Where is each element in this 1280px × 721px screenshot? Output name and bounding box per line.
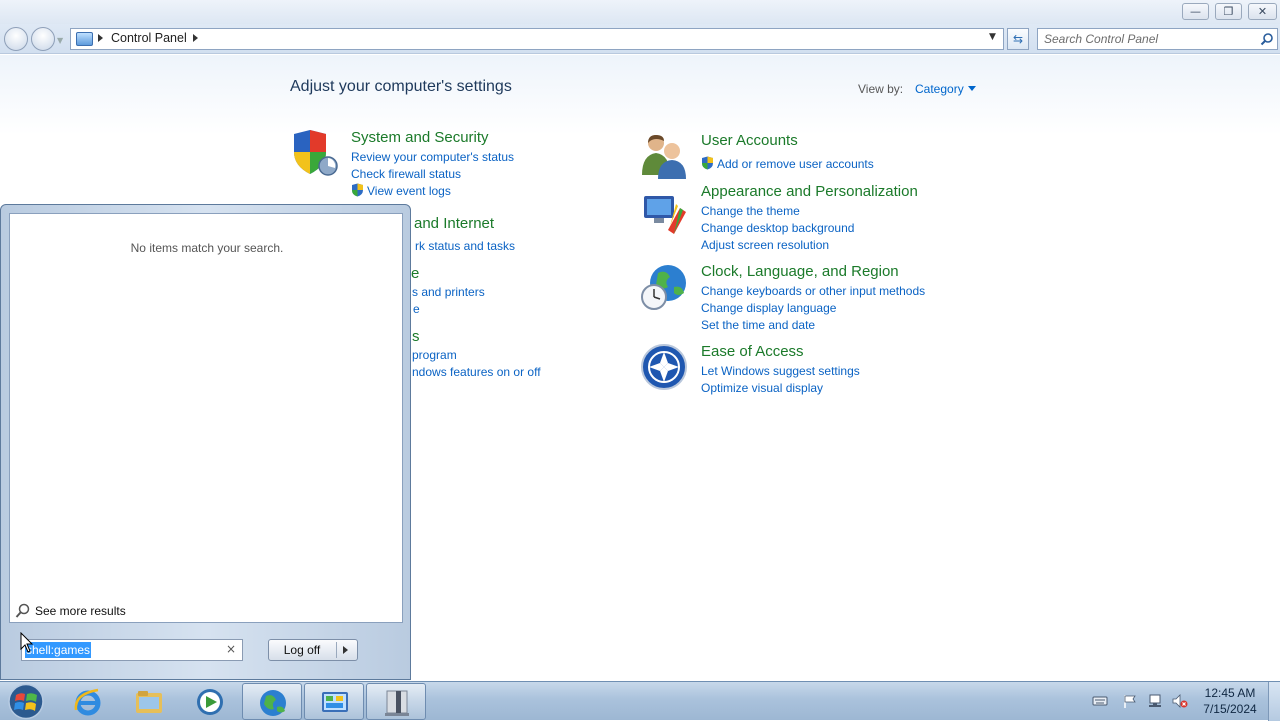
- no-results-message: No items match your search.: [130, 241, 284, 255]
- taskbar-control-panel[interactable]: [304, 683, 364, 720]
- link-windows-features-partial[interactable]: ndows features on or off: [412, 365, 541, 379]
- appearance-icon: [644, 196, 686, 234]
- recent-pages-dropdown[interactable]: ▼: [57, 36, 63, 45]
- see-more-label: See more results: [35, 604, 126, 618]
- back-button[interactable]: [4, 27, 28, 51]
- view-by-label: View by:: [858, 82, 904, 96]
- control-panel-icon: [322, 692, 348, 712]
- taskbar-windows-explorer[interactable]: [119, 683, 179, 720]
- minimize-icon: —: [1190, 5, 1201, 18]
- volume-muted-icon[interactable]: [1172, 694, 1188, 708]
- minimize-button[interactable]: —: [1182, 3, 1209, 20]
- log-off-button[interactable]: Log off: [268, 639, 358, 661]
- link-change-background[interactable]: Change desktop background: [701, 221, 854, 235]
- taskbar-internet-explorer[interactable]: [58, 683, 118, 720]
- start-search-input[interactable]: shell:games ×: [21, 639, 243, 661]
- search-query-text[interactable]: shell:games: [25, 642, 92, 658]
- address-dropdown-icon[interactable]: ▼: [989, 32, 996, 42]
- globe-icon: [260, 690, 286, 716]
- link-change-theme[interactable]: Change the theme: [701, 204, 800, 218]
- category-title[interactable]: Appearance and Personalization: [701, 183, 918, 200]
- divider: [336, 642, 337, 658]
- taskbar-network-globe[interactable]: [242, 683, 302, 720]
- control-panel-icon: [76, 32, 93, 46]
- action-center-flag-icon[interactable]: [1122, 694, 1138, 708]
- address-bar[interactable]: Control Panel ▼: [70, 28, 1004, 50]
- shield-icon: [294, 130, 338, 176]
- category-title[interactable]: Clock, Language, and Region: [701, 263, 899, 280]
- system-clock[interactable]: 12:45 AM 7/15/2024: [1196, 685, 1264, 717]
- link-set-time-date[interactable]: Set the time and date: [701, 318, 815, 332]
- close-button[interactable]: ✕: [1248, 3, 1277, 20]
- category-title-hardware-partial[interactable]: e: [411, 265, 419, 282]
- globe-clock-icon: [641, 265, 686, 310]
- search-input[interactable]: [1044, 31, 1254, 47]
- chevron-down-icon[interactable]: [968, 86, 976, 91]
- link-change-keyboards[interactable]: Change keyboards or other input methods: [701, 284, 925, 298]
- category-title[interactable]: User Accounts: [701, 132, 798, 149]
- link-optimize-display[interactable]: Optimize visual display: [701, 381, 823, 395]
- search-results-pane: No items match your search.: [9, 213, 403, 623]
- uac-shield-icon: [352, 183, 363, 197]
- folder-icon: [136, 691, 162, 713]
- category-title[interactable]: Ease of Access: [701, 343, 804, 360]
- restore-icon: ❐: [1223, 5, 1234, 18]
- page-title: Adjust your computer's settings: [290, 78, 512, 95]
- ease-of-access-icon: [641, 344, 687, 390]
- log-off-label: Log off: [283, 643, 321, 657]
- show-desktop-button[interactable]: [1268, 682, 1280, 721]
- link-network-status-partial[interactable]: rk status and tasks: [415, 239, 515, 253]
- start-button[interactable]: [6, 683, 46, 720]
- link-adjust-resolution[interactable]: Adjust screen resolution: [701, 238, 829, 252]
- maximize-button[interactable]: ❐: [1215, 3, 1242, 20]
- wrench-tool-icon: [385, 690, 409, 716]
- notification-area: [1086, 682, 1196, 721]
- breadcrumb-control-panel[interactable]: Control Panel: [111, 31, 187, 45]
- keyboard-icon[interactable]: [1092, 694, 1108, 708]
- category-title-programs-partial[interactable]: s: [412, 328, 420, 345]
- view-by-dropdown[interactable]: Category: [915, 82, 964, 96]
- navigation-bar: ▼ Control Panel ▼ ⇆: [0, 24, 1280, 54]
- link-hardware-partial[interactable]: e: [413, 302, 420, 316]
- window-titlebar: — ❐ ✕: [0, 0, 1280, 24]
- close-icon: ✕: [1257, 5, 1268, 18]
- shutdown-options-arrow-icon[interactable]: [343, 646, 348, 654]
- internet-explorer-icon: [74, 688, 101, 716]
- category-title-network-partial[interactable]: and Internet: [414, 215, 494, 232]
- link-review-status[interactable]: Review your computer's status: [351, 150, 514, 164]
- link-windows-suggest[interactable]: Let Windows suggest settings: [701, 364, 860, 378]
- link-add-remove-users[interactable]: Add or remove user accounts: [717, 157, 874, 171]
- uac-shield-icon: [702, 156, 713, 170]
- forward-button[interactable]: [31, 27, 55, 51]
- search-icon[interactable]: [1260, 32, 1274, 46]
- start-menu: No items match your search. See more res…: [0, 204, 411, 680]
- breadcrumb-chevron-icon[interactable]: [98, 34, 103, 42]
- breadcrumb-chevron-icon[interactable]: [193, 34, 198, 42]
- mouse-pointer-icon: [20, 632, 34, 653]
- clock-time: 12:45 AM: [1204, 686, 1256, 700]
- link-view-event-logs[interactable]: View event logs: [367, 184, 451, 198]
- taskbar: 12:45 AM 7/15/2024: [0, 681, 1280, 721]
- link-change-display-language[interactable]: Change display language: [701, 301, 836, 315]
- search-box[interactable]: [1037, 28, 1278, 50]
- magnifier-icon: [15, 603, 30, 618]
- link-uninstall-program-partial[interactable]: program: [412, 348, 457, 362]
- taskbar-media-player[interactable]: [180, 683, 240, 720]
- users-icon: [642, 135, 686, 179]
- network-icon[interactable]: [1147, 694, 1163, 708]
- category-title[interactable]: System and Security: [351, 129, 489, 146]
- clear-search-icon[interactable]: ×: [226, 642, 236, 656]
- refresh-button[interactable]: ⇆: [1007, 28, 1029, 50]
- clock-date: 7/15/2024: [1203, 702, 1257, 716]
- media-player-icon: [197, 689, 223, 715]
- link-check-firewall[interactable]: Check firewall status: [351, 167, 461, 181]
- taskbar-tool-app[interactable]: [366, 683, 426, 720]
- link-devices-printers-partial[interactable]: s and printers: [412, 285, 485, 299]
